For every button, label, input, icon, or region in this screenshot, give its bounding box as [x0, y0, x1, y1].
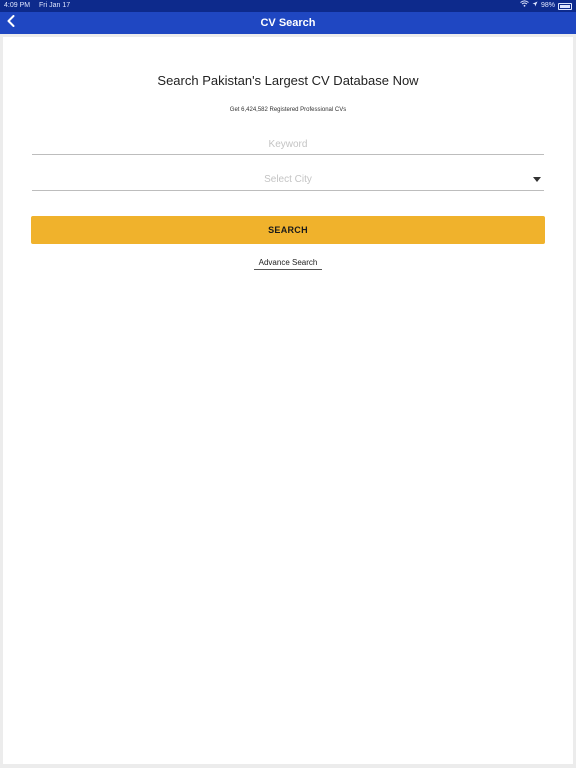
- battery-level: [560, 4, 570, 8]
- keyword-input[interactable]: [32, 134, 544, 155]
- status-date: Fri Jan 17: [39, 2, 71, 9]
- status-right: 98%: [517, 0, 572, 12]
- status-left: 4:09 PM Fri Jan 17: [4, 0, 70, 12]
- search-panel: Search Pakistan's Largest CV Database No…: [3, 37, 573, 764]
- search-button[interactable]: SEARCH: [31, 216, 545, 244]
- battery-icon: [558, 2, 572, 10]
- city-select[interactable]: Select City: [32, 170, 544, 191]
- keyword-field: [32, 134, 544, 155]
- page-title: CV Search: [260, 17, 316, 29]
- status-time: 4:09 PM: [4, 2, 31, 9]
- headline: Search Pakistan's Largest CV Database No…: [157, 73, 419, 88]
- advance-search-link[interactable]: Advance Search: [254, 258, 322, 270]
- battery-percent: 98%: [540, 2, 555, 9]
- nav-bar: CV Search: [0, 12, 576, 34]
- dropdown-arrow-icon: [533, 177, 541, 182]
- wifi-icon: [520, 0, 529, 12]
- cv-count-subtitle: Get 6,424,582 Registered Professional CV…: [229, 107, 347, 113]
- city-select-placeholder: Select City: [264, 174, 312, 185]
- status-bar: 4:09 PM Fri Jan 17 98%: [0, 0, 576, 12]
- location-arrow-icon: [532, 0, 538, 12]
